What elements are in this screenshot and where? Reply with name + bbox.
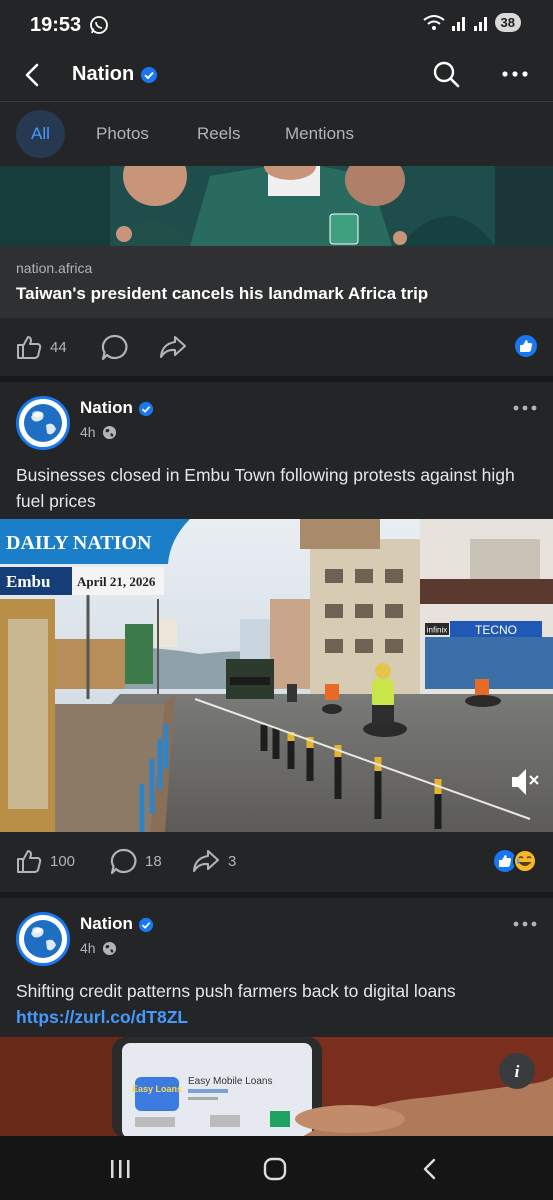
page-title-text: Nation [72,63,135,85]
wifi-icon [422,14,445,30]
post-time-text: 4h [80,424,96,440]
shop-sign-2: infinix [427,626,447,635]
post-time-text: 4h [80,940,96,956]
share-count: 3 [228,852,237,870]
page-name-text: Nation [80,398,133,417]
embu-street-image: TECNO infinix DAILY NATION Embu April 21… [0,519,553,832]
globe-logo-icon [19,915,67,963]
svg-text:i: i [515,1062,520,1081]
tab-reels[interactable]: Reels [197,110,240,158]
public-globe-icon [102,425,116,439]
like-count: 100 [50,852,76,870]
thumbs-up-icon [17,336,42,359]
comment-icon [110,848,137,875]
post-header: Nation 4h [0,396,553,456]
search-icon[interactable] [432,60,460,88]
verified-badge-icon [138,917,153,932]
link-preview[interactable]: nation.africa Taiwan's president cancels… [0,246,553,318]
recent-apps-icon[interactable] [108,1158,132,1180]
like-reaction-icon[interactable] [515,335,537,357]
link-domain: nation.africa [16,260,93,276]
back-icon[interactable] [420,1157,440,1181]
comment-button[interactable] [101,334,128,361]
post-photo[interactable]: Easy Loans Easy Mobile Loans i [0,1037,553,1136]
post-timestamp[interactable]: 4h [80,424,117,440]
page-name[interactable]: Nation [80,398,154,418]
image-location: Embu [6,572,50,591]
app-name: Easy Mobile Loans [188,1076,273,1087]
post-link[interactable]: https://zurl.co/dT8ZL [16,1004,541,1030]
battery-indicator: 38 [494,13,521,32]
signal-icon [451,16,465,31]
page-avatar[interactable] [16,912,70,966]
post-card: nation.africa Taiwan's president cancels… [0,166,553,376]
tab-mentions[interactable]: Mentions [285,110,354,158]
post-card: Nation 4h Businesses closed in Embu Town… [0,382,553,892]
news-feed[interactable]: nation.africa Taiwan's president cancels… [0,166,553,1136]
page-name-text: Nation [80,914,133,933]
students-photo [0,166,553,246]
like-button[interactable]: 44 [16,334,67,360]
share-button[interactable] [159,334,187,360]
link-title: Taiwan's president cancels his landmark … [16,284,429,303]
post-text: Shifting credit patterns push farmers ba… [16,978,541,1030]
loan-app-photo: Easy Loans Easy Mobile Loans i [0,1037,553,1136]
page-avatar[interactable] [16,396,70,450]
post-text: Businesses closed in Embu Town following… [16,465,515,511]
comment-button[interactable]: 18 [110,848,162,875]
image-date: April 21, 2026 [77,574,156,589]
system-navigation-bar [0,1136,553,1200]
whatsapp-icon [90,16,108,34]
post-timestamp[interactable]: 4h [80,940,117,956]
like-count: 44 [50,338,67,356]
post-actions: 44 [0,318,553,376]
page-name[interactable]: Nation [80,914,154,934]
post-text-body: Shifting credit patterns push farmers ba… [16,981,456,1001]
comment-count: 18 [145,853,162,870]
status-time: 19:53 [30,14,82,36]
home-icon[interactable] [263,1157,287,1181]
like-button[interactable]: 100 [16,848,75,874]
status-bar: 19:53 38 [0,0,553,52]
post-actions: 100 18 3 [0,832,553,890]
share-icon [159,335,187,359]
back-arrow-icon[interactable] [18,60,48,90]
reactions-summary-icon[interactable] [494,849,538,873]
signal-icon [473,16,487,31]
share-button[interactable]: 3 [192,848,236,874]
verified-badge-icon [138,401,153,416]
app-logo-text: Easy Loans [132,1084,182,1094]
public-globe-icon [102,941,116,955]
more-options-icon[interactable] [500,62,530,86]
share-icon [192,849,220,873]
post-more-options-icon[interactable] [511,914,539,934]
verified-badge-icon [140,66,157,83]
tab-photos[interactable]: Photos [96,110,149,158]
status-indicators: 38 [422,13,521,32]
thumbs-up-icon [17,850,42,873]
comment-icon [101,334,128,361]
globe-logo-icon [19,399,67,447]
post-header: Nation 4h [0,912,553,972]
post-card: Nation 4h Shifting credit patterns push … [0,898,553,1136]
post-photo[interactable] [0,166,553,246]
post-video[interactable]: TECNO infinix DAILY NATION Embu April 21… [0,519,553,832]
filter-tabs: All Photos Reels Mentions [0,102,553,166]
image-brand: DAILY NATION [6,532,152,554]
page-header: Nation [0,52,553,102]
post-more-options-icon[interactable] [511,398,539,418]
shop-sign: TECNO [475,623,517,637]
tab-all[interactable]: All [16,110,65,158]
page-title[interactable]: Nation [72,63,158,86]
